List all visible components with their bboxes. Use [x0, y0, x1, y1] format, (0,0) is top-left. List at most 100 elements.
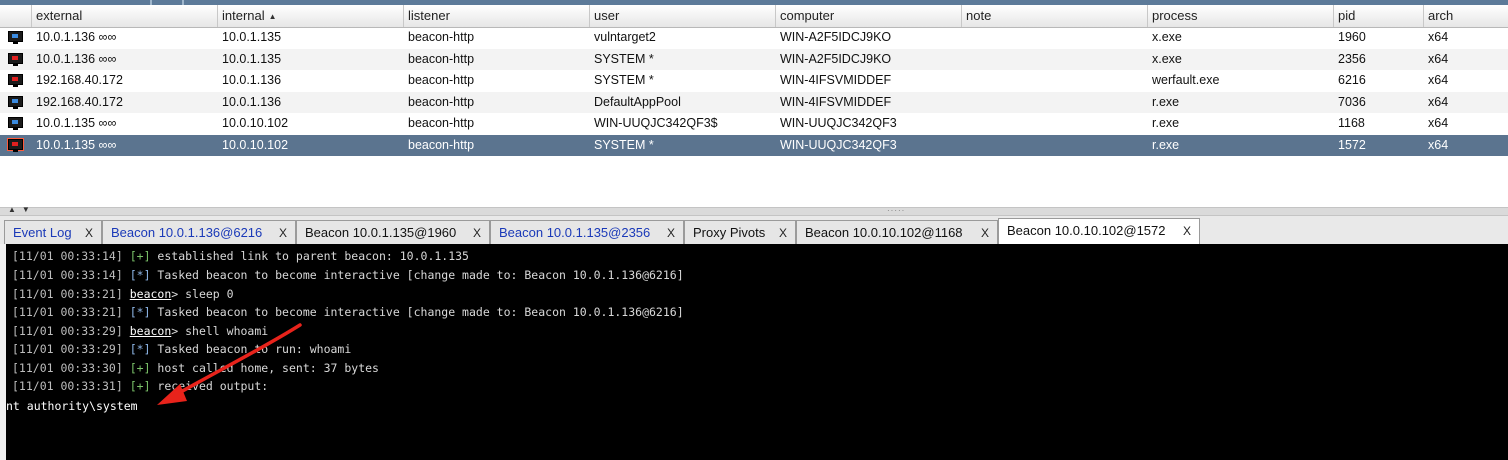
cell-arch: x64	[1428, 51, 1449, 66]
admin-monitor-icon	[7, 138, 24, 152]
col-header-internal[interactable]: internal ▲	[218, 5, 404, 27]
monitor-icon	[8, 95, 23, 109]
col-header-arch[interactable]: arch	[1424, 5, 1508, 27]
monitor-icon	[8, 117, 23, 131]
tab-beacon-1168[interactable]: Beacon 10.0.10.102@1168 X	[796, 220, 998, 244]
cell-arch: x64	[1428, 94, 1449, 109]
cell-external: 10.0.1.136 ∞∞	[36, 30, 117, 44]
cell-note	[962, 27, 1148, 48]
cell-internal: 10.0.1.136	[222, 94, 282, 109]
cell-user: SYSTEM *	[594, 138, 654, 152]
console-line: [11/01 00:33:29] beacon> shell whoami	[12, 324, 269, 338]
monitor-icon	[8, 31, 23, 44]
col-header-note[interactable]: note	[962, 5, 1148, 27]
col-header-user[interactable]: user	[590, 5, 776, 27]
cell-pid: 1572	[1338, 138, 1366, 152]
col-header-listener[interactable]: listener	[404, 5, 590, 27]
cell-listener: beacon-http	[408, 30, 475, 44]
cell-note	[962, 135, 1148, 156]
close-tab-icon[interactable]: X	[667, 221, 675, 245]
cell-user: DefaultAppPool	[594, 94, 681, 109]
tab-beacon-1572[interactable]: Beacon 10.0.10.102@1572 X	[998, 218, 1200, 245]
cell-arch: x64	[1428, 30, 1449, 44]
col-header-pid[interactable]: pid	[1334, 5, 1424, 27]
console-line: [11/01 00:33:21] beacon> sleep 0	[12, 287, 234, 301]
close-tab-icon[interactable]: X	[779, 221, 787, 245]
pane-splitter[interactable]: ▲▼ ·····	[0, 205, 1508, 216]
close-tab-icon[interactable]: X	[981, 221, 989, 245]
cell-arch: x64	[1428, 73, 1449, 88]
cell-note	[962, 70, 1148, 91]
col-header-process[interactable]: process	[1148, 5, 1334, 27]
cell-user: vulntarget2	[594, 30, 656, 44]
sessions-table: external internal ▲ listener user compute…	[0, 5, 1508, 207]
beacon-console[interactable]: [11/01 00:33:14] [+] established link to…	[0, 244, 1508, 460]
cell-external: 10.0.1.135 ∞∞	[36, 138, 117, 152]
table-row[interactable]: 10.0.1.135 ∞∞ 10.0.10.102 beacon-http SYSTE…	[0, 135, 1508, 156]
tab-proxy-pivots[interactable]: Proxy Pivots X	[684, 220, 796, 244]
cell-pid: 6216	[1338, 73, 1366, 88]
cell-note	[962, 92, 1148, 113]
cell-computer: WIN-A2F5IDCJ9KO	[780, 30, 892, 44]
console-line: [11/01 00:33:30] [+] host called home, s…	[12, 361, 379, 375]
tab-beacon-6216[interactable]: Beacon 10.0.1.136@6216 X	[102, 220, 296, 244]
cell-arch: x64	[1428, 116, 1449, 131]
cell-listener: beacon-http	[408, 138, 475, 152]
admin-monitor-icon	[8, 52, 23, 66]
close-tab-icon[interactable]: X	[279, 221, 287, 245]
table-row[interactable]: 192.168.40.172 10.0.1.136 beacon-http Defau…	[0, 91, 1508, 113]
cell-process: r.exe	[1152, 116, 1180, 131]
cell-pid: 1168	[1338, 116, 1365, 131]
drag-grip-icon[interactable]: ·····	[887, 206, 905, 215]
cell-internal: 10.0.1.136	[222, 73, 282, 88]
cell-note	[962, 113, 1148, 134]
collapse-arrows-icon[interactable]: ▲▼	[8, 205, 36, 214]
sort-ascending-icon: ▲	[268, 12, 277, 21]
cell-pid: 7036	[1338, 94, 1366, 109]
cell-external: 10.0.1.135 ∞∞	[36, 116, 117, 131]
cell-process: r.exe	[1152, 94, 1180, 109]
tab-event-log[interactable]: Event Log X	[4, 220, 102, 244]
cell-listener: beacon-http	[408, 94, 475, 109]
table-row[interactable]: 10.0.1.136 ∞∞ 10.0.1.135 beacon-http SYSTEM…	[0, 48, 1508, 70]
cell-process: x.exe	[1152, 30, 1182, 44]
col-header-computer[interactable]: computer	[776, 5, 962, 27]
col-header-icon[interactable]	[0, 5, 32, 27]
cell-user: SYSTEM *	[594, 51, 654, 66]
table-row[interactable]: 192.168.40.172 10.0.1.136 beacon-http SYSTE…	[0, 70, 1508, 91]
col-header-external[interactable]: external	[32, 5, 218, 27]
cell-pid: 2356	[1338, 51, 1366, 66]
cell-listener: beacon-http	[408, 116, 475, 131]
console-line: [11/01 00:33:31] [+] received output:	[12, 379, 269, 393]
cell-process: x.exe	[1152, 51, 1182, 66]
cell-internal: 10.0.10.102	[222, 138, 289, 152]
cell-external: 192.168.40.172	[36, 94, 123, 109]
command-output: nt authority\system	[6, 399, 138, 413]
close-tab-icon[interactable]: X	[1183, 219, 1191, 243]
admin-monitor-icon	[8, 74, 23, 88]
console-line: [11/01 00:33:21] [*] Tasked beacon to be…	[12, 305, 684, 319]
cell-computer: WIN-4IFSVMIDDEF	[780, 73, 892, 88]
console-line: [11/01 00:33:29] [*] Tasked beacon to ru…	[12, 342, 352, 356]
table-row[interactable]: 10.0.1.136 ∞∞ 10.0.1.135 beacon-http vulnta…	[0, 27, 1508, 48]
cell-process: r.exe	[1152, 138, 1180, 152]
cell-user: WIN-UUQJC342QF3$	[594, 116, 718, 131]
cell-note	[962, 49, 1148, 70]
cell-internal: 10.0.10.102	[222, 116, 289, 131]
cell-computer: WIN-4IFSVMIDDEF	[780, 94, 892, 109]
cell-computer: WIN-UUQJC342QF3	[780, 138, 897, 152]
cell-external: 192.168.40.172	[36, 73, 123, 88]
cell-arch: x64	[1428, 138, 1449, 152]
close-tab-icon[interactable]: X	[473, 221, 481, 245]
cell-external: 10.0.1.136 ∞∞	[36, 51, 117, 66]
tab-beacon-2356[interactable]: Beacon 10.0.1.135@2356 X	[490, 220, 684, 244]
table-header: external internal ▲ listener user compute…	[0, 5, 1508, 28]
cell-computer: WIN-UUQJC342QF3	[780, 116, 897, 131]
close-tab-icon[interactable]: X	[85, 221, 93, 245]
console-line: [11/01 00:33:14] [+] established link to…	[12, 249, 469, 263]
cell-listener: beacon-http	[408, 73, 475, 88]
tab-beacon-1960[interactable]: Beacon 10.0.1.135@1960 X	[296, 220, 490, 244]
cell-process: werfault.exe	[1152, 73, 1220, 88]
cell-computer: WIN-A2F5IDCJ9KO	[780, 51, 892, 66]
table-row[interactable]: 10.0.1.135 ∞∞ 10.0.10.102 beacon-http WIN-U…	[0, 113, 1508, 134]
